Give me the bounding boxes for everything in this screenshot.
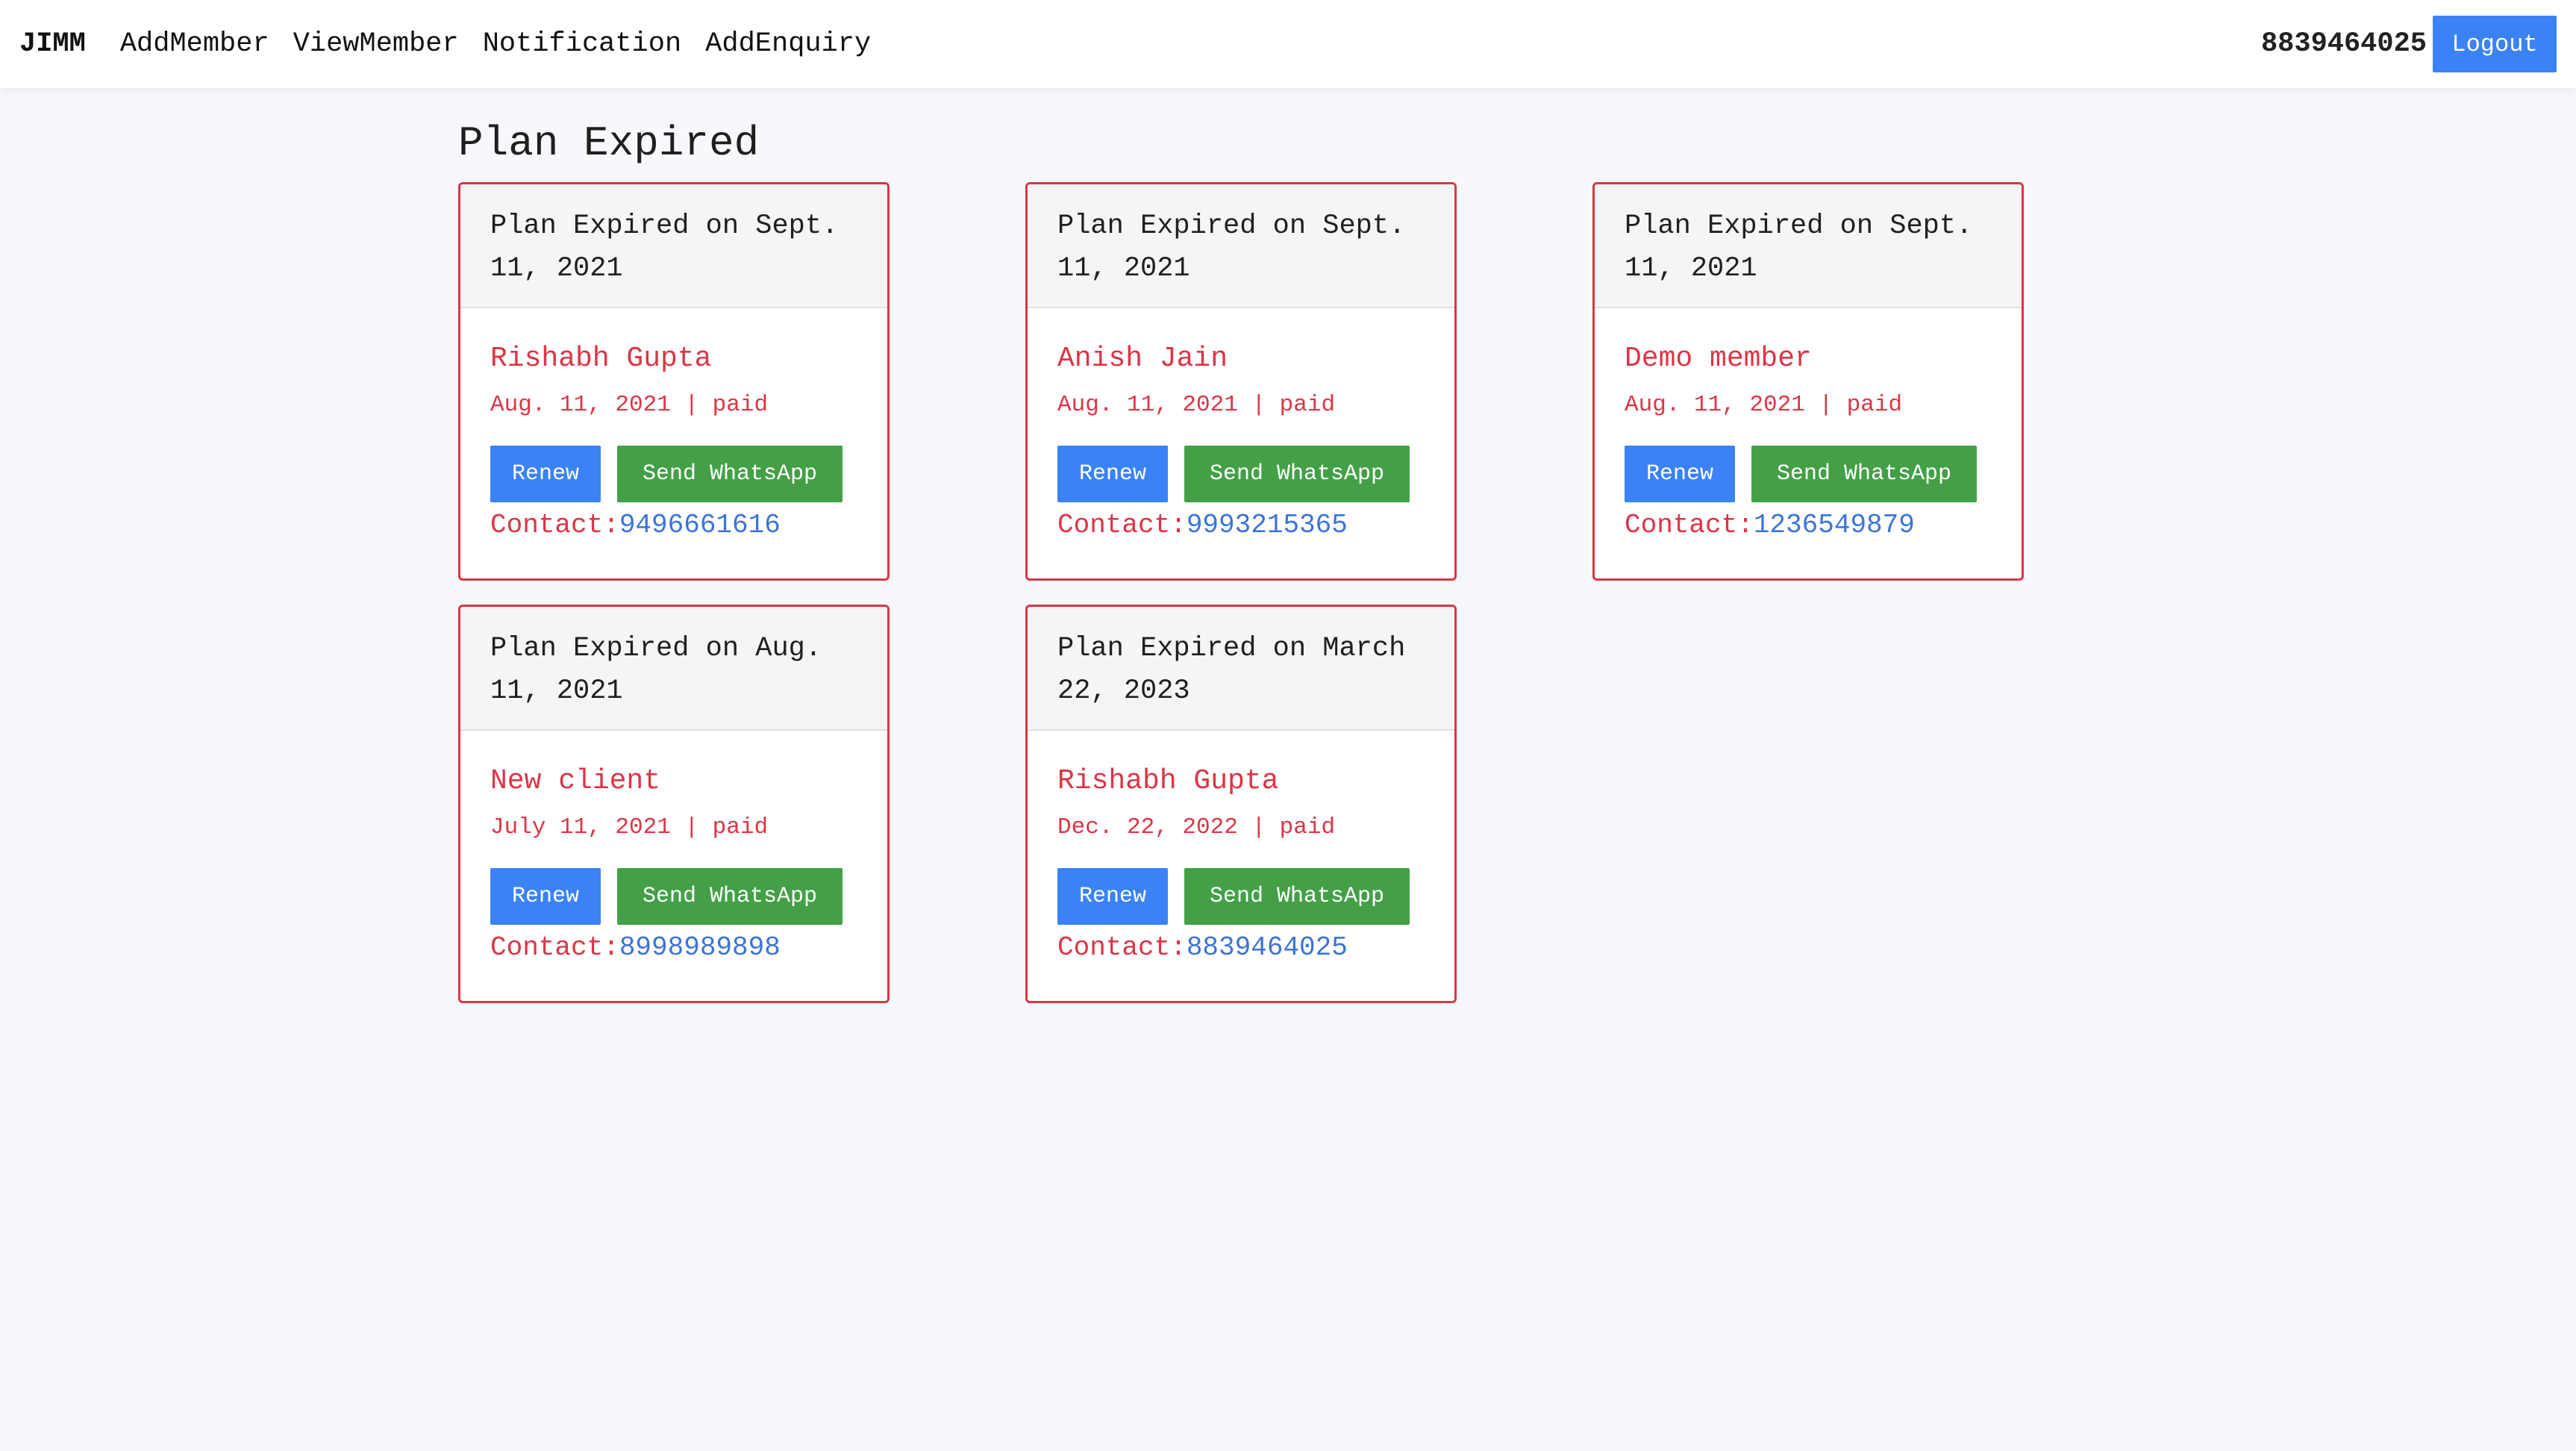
- contact-label: Contact:: [1625, 510, 1754, 540]
- card-header: Plan Expired on Sept. 11, 2021: [460, 184, 887, 308]
- card-body: Rishabh Gupta Dec. 22, 2022 | paid Renew…: [1028, 731, 1454, 967]
- renew-button[interactable]: Renew: [1057, 868, 1168, 925]
- card-actions: Renew Send WhatsApp: [1057, 446, 1425, 502]
- logout-button[interactable]: Logout: [2433, 16, 2557, 72]
- top-navbar: JIMM AddMember ViewMember Notification A…: [0, 0, 2576, 88]
- card-header: Plan Expired on Aug. 11, 2021: [460, 607, 887, 731]
- contact-number-link[interactable]: 8839464025: [1187, 932, 1348, 963]
- contact-line: Contact:9496661616: [490, 507, 857, 544]
- card-header: Plan Expired on Sept. 11, 2021: [1028, 184, 1454, 308]
- user-phone: 8839464025: [2260, 28, 2427, 60]
- expired-plan-card: Plan Expired on March 22, 2023 Rishabh G…: [1025, 605, 1457, 1003]
- card-body: Demo member Aug. 11, 2021 | paid Renew S…: [1595, 308, 2022, 544]
- expired-plan-card: Plan Expired on Sept. 11, 2021 Demo memb…: [1592, 182, 2024, 581]
- card-actions: Renew Send WhatsApp: [1057, 868, 1425, 925]
- expired-plan-card: Plan Expired on Sept. 11, 2021 Rishabh G…: [458, 182, 890, 581]
- nav-link-addmember[interactable]: AddMember: [120, 28, 269, 60]
- contact-number-link[interactable]: 9496661616: [619, 510, 781, 540]
- card-body: Rishabh Gupta Aug. 11, 2021 | paid Renew…: [460, 308, 887, 544]
- send-whatsapp-button[interactable]: Send WhatsApp: [1184, 868, 1410, 925]
- contact-label: Contact:: [1057, 510, 1187, 540]
- contact-number-link[interactable]: 8998989898: [619, 932, 781, 963]
- contact-number-link[interactable]: 1236549879: [1754, 510, 1915, 540]
- contact-label: Contact:: [490, 510, 619, 540]
- member-name: Demo member: [1625, 343, 1812, 375]
- renew-button[interactable]: Renew: [490, 446, 601, 502]
- contact-label: Contact:: [490, 932, 619, 963]
- member-name: Rishabh Gupta: [1057, 765, 1279, 797]
- nav-link-notification[interactable]: Notification: [483, 28, 681, 60]
- card-body: Anish Jain Aug. 11, 2021 | paid Renew Se…: [1028, 308, 1454, 544]
- contact-line: Contact:1236549879: [1625, 507, 1992, 544]
- member-plan-meta: Aug. 11, 2021 | paid: [490, 392, 769, 418]
- member-name: Anish Jain: [1057, 343, 1228, 375]
- member-name: Rishabh Gupta: [490, 343, 712, 375]
- nav-link-addenquiry[interactable]: AddEnquiry: [705, 28, 871, 60]
- card-actions: Renew Send WhatsApp: [1625, 446, 1992, 502]
- page-title: Plan Expired: [458, 119, 760, 167]
- renew-button[interactable]: Renew: [1625, 446, 1735, 502]
- member-plan-meta: July 11, 2021 | paid: [490, 814, 769, 840]
- renew-button[interactable]: Renew: [1057, 446, 1168, 502]
- renew-button[interactable]: Renew: [490, 868, 601, 925]
- navbar-right: 8839464025 Logout: [2261, 16, 2557, 72]
- member-plan-meta: Aug. 11, 2021 | paid: [1057, 392, 1336, 418]
- card-header: Plan Expired on March 22, 2023: [1028, 607, 1454, 731]
- expired-plan-card: Plan Expired on Sept. 11, 2021 Anish Jai…: [1025, 182, 1457, 581]
- contact-number-link[interactable]: 9993215365: [1187, 510, 1348, 540]
- contact-line: Contact:8998989898: [490, 929, 857, 967]
- card-actions: Renew Send WhatsApp: [490, 868, 857, 925]
- send-whatsapp-button[interactable]: Send WhatsApp: [617, 446, 842, 502]
- nav-link-viewmember[interactable]: ViewMember: [293, 28, 459, 60]
- expired-plan-card: Plan Expired on Aug. 11, 2021 New client…: [458, 605, 890, 1003]
- send-whatsapp-button[interactable]: Send WhatsApp: [1751, 446, 1977, 502]
- contact-line: Contact:8839464025: [1057, 929, 1425, 967]
- brand-logo[interactable]: JIMM: [19, 28, 86, 60]
- send-whatsapp-button[interactable]: Send WhatsApp: [617, 868, 842, 925]
- card-header: Plan Expired on Sept. 11, 2021: [1595, 184, 2022, 308]
- card-actions: Renew Send WhatsApp: [490, 446, 857, 502]
- contact-line: Contact:9993215365: [1057, 507, 1425, 544]
- send-whatsapp-button[interactable]: Send WhatsApp: [1184, 446, 1410, 502]
- contact-label: Contact:: [1057, 932, 1187, 963]
- card-body: New client July 11, 2021 | paid Renew Se…: [460, 731, 887, 967]
- member-plan-meta: Dec. 22, 2022 | paid: [1057, 814, 1336, 840]
- member-name: New client: [490, 765, 661, 797]
- member-plan-meta: Aug. 11, 2021 | paid: [1625, 392, 1903, 418]
